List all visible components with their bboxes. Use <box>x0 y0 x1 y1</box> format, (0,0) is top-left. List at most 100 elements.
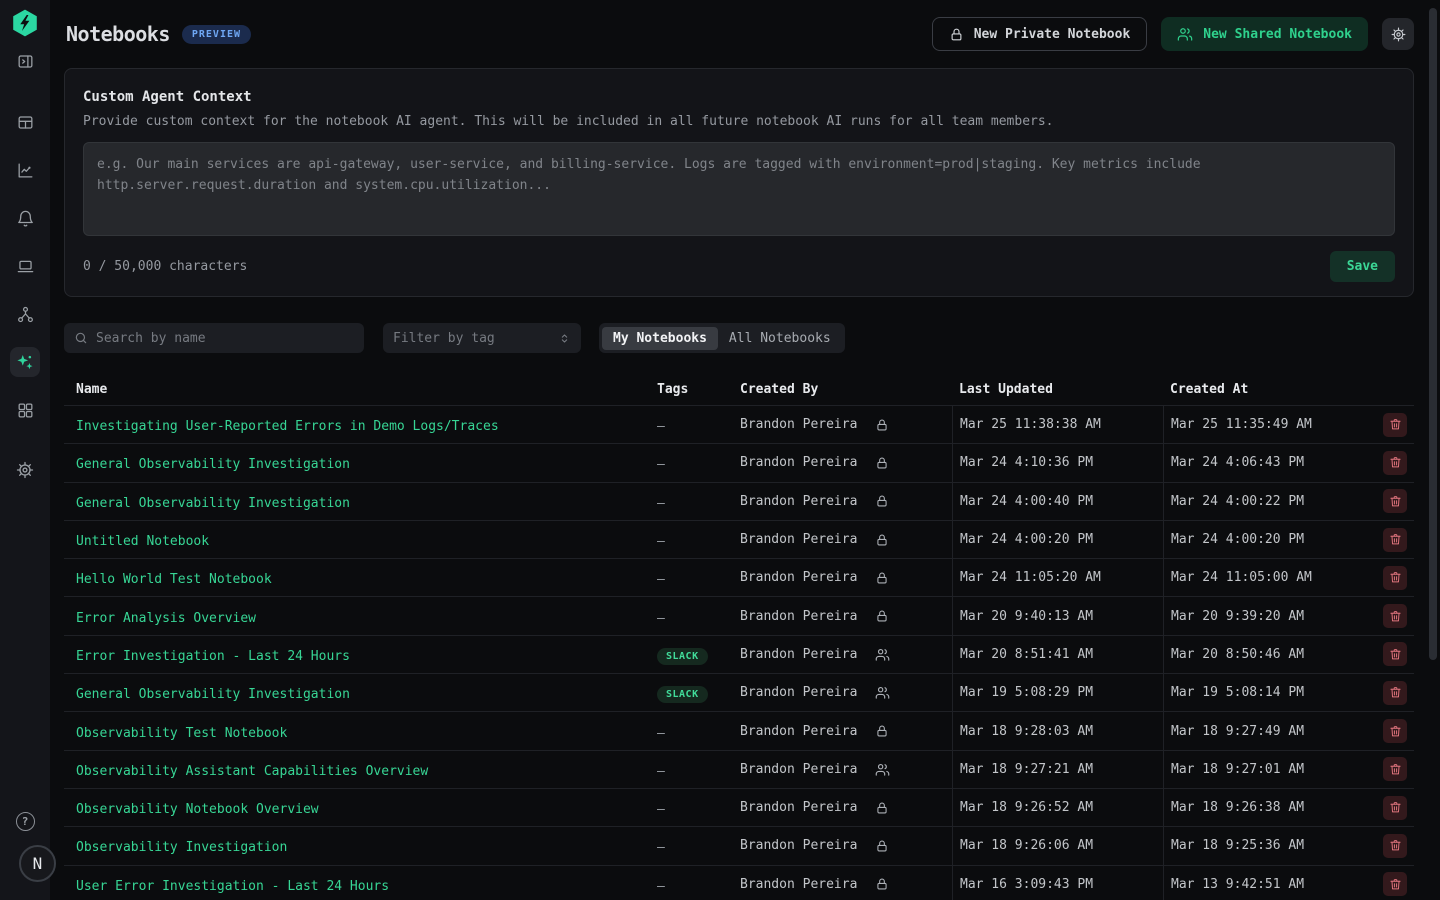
created-at-value: Mar 20 9:39:20 AM <box>1171 609 1304 624</box>
new-shared-notebook-label: New Shared Notebook <box>1203 27 1352 42</box>
table-row: User Error Investigation - Last 24 Hours… <box>64 866 1414 900</box>
created-at-value: Mar 18 9:27:01 AM <box>1171 762 1304 777</box>
save-button[interactable]: Save <box>1330 251 1395 282</box>
last-updated-value: Mar 20 8:51:41 AM <box>960 647 1093 662</box>
metrics-chart-icon[interactable] <box>10 155 40 185</box>
delete-notebook-button[interactable] <box>1383 719 1407 743</box>
delete-notebook-button[interactable] <box>1383 642 1407 666</box>
hosts-laptop-icon[interactable] <box>10 251 40 281</box>
people-icon <box>1177 26 1193 42</box>
notebook-name-link[interactable]: General Observability Investigation <box>76 496 350 511</box>
created-by-name: Brandon Pereira <box>740 455 857 470</box>
main-content: Notebooks PREVIEW New Private Notebook <box>50 0 1440 900</box>
search-icon <box>74 331 88 345</box>
last-updated-value: Mar 25 11:38:38 AM <box>960 417 1101 432</box>
notebook-name-link[interactable]: Investigating User-Reported Errors in De… <box>76 419 499 434</box>
notebook-name-link[interactable]: General Observability Investigation <box>76 457 350 472</box>
last-updated-value: Mar 24 11:05:20 AM <box>960 570 1101 585</box>
search-input[interactable] <box>96 331 354 346</box>
last-updated-value: Mar 19 5:08:29 PM <box>960 685 1093 700</box>
page-header: Notebooks PREVIEW New Private Notebook <box>50 0 1440 68</box>
notebook-name-link[interactable]: Observability Test Notebook <box>76 726 287 741</box>
lock-icon <box>949 27 964 42</box>
alerts-bell-icon[interactable] <box>10 203 40 233</box>
new-shared-notebook-button[interactable]: New Shared Notebook <box>1161 17 1368 51</box>
tag-filter-select[interactable]: Filter by tag <box>383 323 581 353</box>
people-icon <box>875 647 890 662</box>
notebook-settings-gear-button[interactable] <box>1382 18 1414 50</box>
scrollbar-thumb[interactable] <box>1429 8 1437 660</box>
notebook-name-link[interactable]: Error Investigation - Last 24 Hours <box>76 649 350 664</box>
created-by-name: Brandon Pereira <box>740 532 857 547</box>
delete-notebook-button[interactable] <box>1383 566 1407 590</box>
delete-notebook-button[interactable] <box>1383 528 1407 552</box>
table-row: Error Analysis Overview — Brandon Pereir… <box>64 597 1414 635</box>
column-created-by: Created By <box>740 382 952 397</box>
notebook-name-link[interactable]: Observability Investigation <box>76 840 287 855</box>
notebook-name-link[interactable]: Observability Notebook Overview <box>76 802 319 817</box>
agent-context-input[interactable] <box>83 142 1395 236</box>
last-updated-value: Mar 16 3:09:43 PM <box>960 877 1093 892</box>
delete-notebook-button[interactable] <box>1383 681 1407 705</box>
new-private-notebook-label: New Private Notebook <box>974 27 1131 42</box>
table-header: Name Tags Created By Last Updated Create… <box>64 373 1414 406</box>
created-at-value: Mar 18 9:27:49 AM <box>1171 724 1304 739</box>
table-row: General Observability Investigation — Br… <box>64 444 1414 482</box>
delete-notebook-button[interactable] <box>1383 413 1407 437</box>
new-private-notebook-button[interactable]: New Private Notebook <box>932 17 1148 51</box>
notebook-name-link[interactable]: Error Analysis Overview <box>76 611 256 626</box>
help-icon[interactable]: ? <box>16 812 35 831</box>
notebooks-ai-sparkles-icon[interactable] <box>10 347 40 377</box>
app-logo-icon[interactable] <box>10 8 40 38</box>
last-updated-value: Mar 24 4:10:36 PM <box>960 455 1093 470</box>
column-tags: Tags <box>656 382 740 397</box>
no-tag-dash: — <box>657 611 665 626</box>
created-by-name: Brandon Pereira <box>740 685 857 700</box>
user-avatar[interactable]: N <box>19 845 56 882</box>
topology-icon[interactable] <box>10 299 40 329</box>
delete-notebook-button[interactable] <box>1383 872 1407 896</box>
created-by-name: Brandon Pereira <box>740 417 857 432</box>
delete-notebook-button[interactable] <box>1383 604 1407 628</box>
search-box[interactable] <box>64 323 364 353</box>
notebook-name-link[interactable]: Untitled Notebook <box>76 534 209 549</box>
created-at-value: Mar 20 8:50:46 AM <box>1171 647 1304 662</box>
tab-all-notebooks[interactable]: All Notebooks <box>718 327 842 350</box>
filter-bar: Filter by tag My Notebooks All Notebooks <box>64 323 1414 353</box>
notebook-name-link[interactable]: General Observability Investigation <box>76 687 350 702</box>
chevron-up-down-icon <box>558 332 571 345</box>
created-at-value: Mar 25 11:35:49 AM <box>1171 417 1312 432</box>
tag-filter-placeholder: Filter by tag <box>393 331 495 346</box>
delete-notebook-button[interactable] <box>1383 796 1407 820</box>
created-by-name: Brandon Pereira <box>740 838 857 853</box>
notebook-name-link[interactable]: User Error Investigation - Last 24 Hours <box>76 879 389 894</box>
no-tag-dash: — <box>657 572 665 587</box>
created-by-name: Brandon Pereira <box>740 570 857 585</box>
delete-notebook-button[interactable] <box>1383 489 1407 513</box>
column-created-at: Created At <box>1163 373 1376 405</box>
column-name: Name <box>64 382 656 397</box>
created-by-name: Brandon Pereira <box>740 494 857 509</box>
delete-notebook-button[interactable] <box>1383 834 1407 858</box>
tables-icon[interactable] <box>10 107 40 137</box>
apps-grid-icon[interactable] <box>10 395 40 425</box>
created-at-value: Mar 18 9:25:36 AM <box>1171 838 1304 853</box>
created-by-name: Brandon Pereira <box>740 877 857 892</box>
settings-gear-icon[interactable] <box>10 455 40 485</box>
delete-notebook-button[interactable] <box>1383 451 1407 475</box>
created-by-name: Brandon Pereira <box>740 609 857 624</box>
no-tag-dash: — <box>657 802 665 817</box>
panel-toggle-icon[interactable] <box>10 46 40 76</box>
table-row: Hello World Test Notebook — Brandon Pere… <box>64 559 1414 597</box>
table-row: General Observability Investigation SLAC… <box>64 674 1414 712</box>
lock-icon <box>875 571 889 585</box>
lock-icon <box>875 724 889 738</box>
created-by-name: Brandon Pereira <box>740 800 857 815</box>
no-tag-dash: — <box>657 419 665 434</box>
notebook-name-link[interactable]: Observability Assistant Capabilities Ove… <box>76 764 428 779</box>
no-tag-dash: — <box>657 496 665 511</box>
tab-my-notebooks[interactable]: My Notebooks <box>602 327 718 350</box>
delete-notebook-button[interactable] <box>1383 757 1407 781</box>
created-at-value: Mar 24 4:00:20 PM <box>1171 532 1304 547</box>
notebook-name-link[interactable]: Hello World Test Notebook <box>76 572 272 587</box>
